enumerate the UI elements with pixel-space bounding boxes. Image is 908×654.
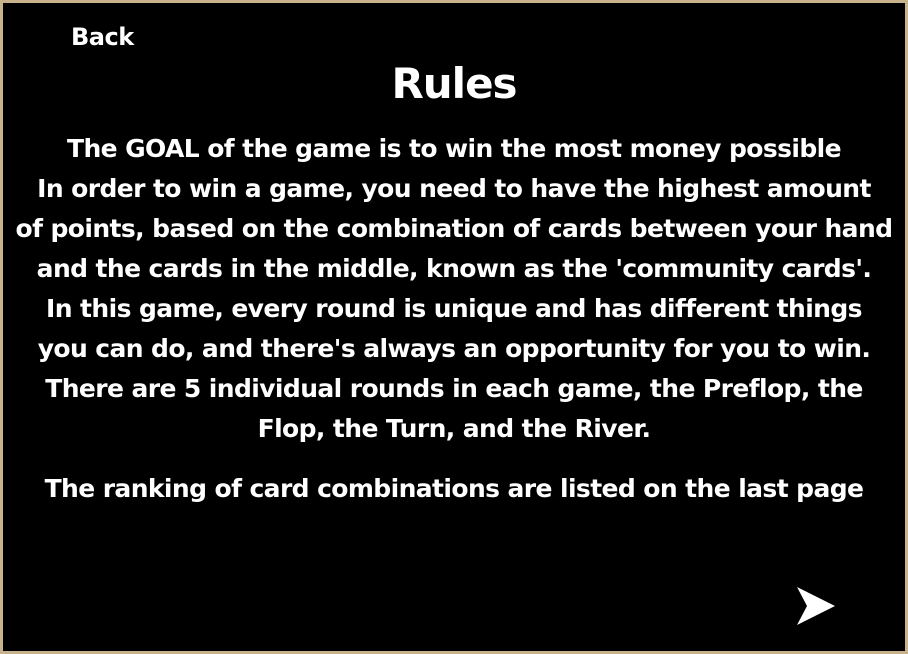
rules-line: The GOAL of the game is to win the most … bbox=[67, 134, 842, 163]
rules-line: In order to win a game, you need to have… bbox=[37, 174, 871, 203]
rules-line: There are 5 individual rounds in each ga… bbox=[45, 374, 863, 403]
rules-line: of points, based on the combination of c… bbox=[15, 214, 894, 243]
rules-screen: Back Rules The GOAL of the game is to wi… bbox=[0, 0, 908, 654]
rules-description: The GOAL of the game is to win the most … bbox=[3, 129, 905, 449]
page-title: Rules bbox=[391, 59, 517, 108]
back-button[interactable]: Back bbox=[71, 23, 134, 51]
rules-line: In this game, every round is unique and … bbox=[46, 294, 863, 323]
arrow-right-icon bbox=[797, 587, 835, 625]
next-page-button[interactable] bbox=[795, 585, 837, 627]
rules-line: you can do, and there's always an opport… bbox=[37, 334, 871, 363]
ranking-note: The ranking of card combinations are lis… bbox=[44, 474, 864, 503]
rules-line: Flop, the Turn, and the River. bbox=[257, 414, 651, 443]
rules-line: and the cards in the middle, known as th… bbox=[36, 254, 872, 283]
